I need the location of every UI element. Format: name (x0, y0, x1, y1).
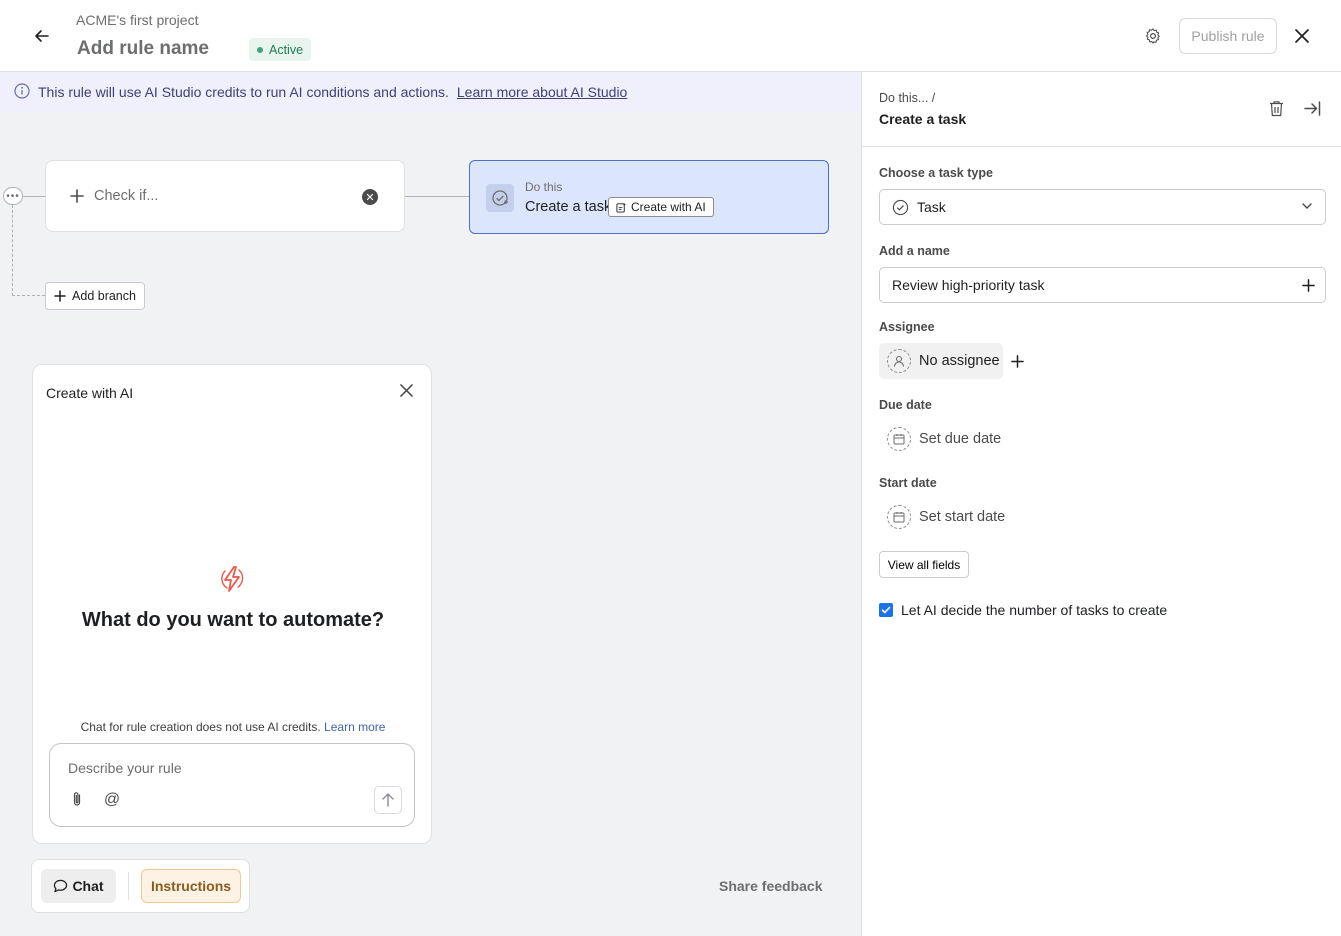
header: ACME's first project Add rule name Activ… (0, 0, 1341, 72)
project-name[interactable]: ACME's first project (76, 12, 198, 28)
plus-icon (70, 189, 84, 203)
due-date-label: Due date (879, 398, 932, 412)
assignee-selector[interactable]: No assignee (879, 343, 1003, 379)
create-with-ai-label: Create with AI (631, 200, 706, 214)
info-banner: This rule will use AI Studio credits to … (0, 72, 861, 112)
due-date-value: Set due date (919, 431, 1002, 447)
checkbox-checked-icon[interactable] (879, 603, 893, 617)
due-date-selector[interactable]: Set due date (887, 426, 1001, 452)
add-assignee-icon[interactable] (1008, 352, 1026, 370)
task-name-value: Review high-priority task (892, 277, 1045, 293)
status-badge: Active (249, 38, 312, 61)
panel-mode-bar: Chat Instructions (31, 859, 250, 913)
assignee-value: No assignee (919, 353, 1000, 369)
do-this-title: Create a task (525, 199, 612, 215)
divider (862, 146, 1341, 147)
connector-line (405, 196, 469, 197)
do-this-kicker: Do this (525, 180, 563, 194)
start-date-value: Set start date (919, 509, 1006, 525)
ai-credits-note-text: Chat for rule creation does not use AI c… (80, 720, 321, 734)
info-banner-text: This rule will use AI Studio credits to … (38, 84, 449, 100)
create-with-ai-panel: Create with AI What do you want to autom… (32, 364, 432, 844)
task-type-value: Task (917, 199, 946, 215)
ai-credits-note: Chat for rule creation does not use AI c… (33, 720, 433, 734)
branch-connector (12, 295, 45, 296)
chat-bubble-icon (54, 879, 68, 893)
close-icon[interactable] (397, 381, 415, 399)
task-type-label: Choose a task type (879, 166, 993, 180)
task-name-input[interactable]: Review high-priority task (879, 267, 1326, 303)
learn-more-ai-studio-link[interactable]: Learn more about AI Studio (457, 84, 627, 100)
chevron-down-icon (1302, 203, 1312, 209)
calendar-icon (887, 427, 911, 451)
instructions-tab[interactable]: Instructions (141, 869, 241, 903)
start-date-label: Start date (879, 476, 937, 490)
chat-tab[interactable]: Chat (41, 869, 116, 903)
add-branch-button[interactable]: Add branch (45, 282, 145, 310)
back-arrow-icon[interactable] (28, 22, 56, 50)
ai-decide-label: Let AI decide the number of tasks to cre… (901, 602, 1168, 618)
plus-icon (54, 290, 66, 302)
rule-canvas: This rule will use AI Studio credits to … (0, 72, 861, 936)
share-feedback-link[interactable]: Share feedback (719, 878, 823, 894)
lightning-bolt-icon (219, 565, 245, 593)
collapse-panel-icon[interactable] (1302, 98, 1322, 118)
close-icon[interactable] (1290, 24, 1314, 48)
create-with-ai-chip[interactable]: Create with AI (608, 197, 714, 217)
publish-rule-button[interactable]: Publish rule (1179, 18, 1277, 54)
info-icon (14, 82, 30, 102)
divider (128, 872, 129, 900)
name-label: Add a name (879, 244, 950, 258)
more-options-icon[interactable]: ••• (3, 187, 23, 205)
do-this-card[interactable]: Do this Create a task Create with AI (469, 160, 829, 234)
view-all-fields-button[interactable]: View all fields (879, 551, 969, 578)
task-check-icon (486, 184, 514, 212)
status-dot-icon (257, 46, 263, 53)
check-if-card[interactable]: Check if... ✕ (45, 160, 405, 232)
status-label: Active (269, 42, 304, 57)
describe-rule-input[interactable]: Describe your rule @ (49, 743, 415, 827)
ai-decide-checkbox-row[interactable]: Let AI decide the number of tasks to cre… (879, 602, 1167, 618)
branch-connector (12, 205, 13, 296)
create-ai-icon (616, 202, 627, 213)
check-circle-icon (892, 199, 909, 215)
user-icon (887, 349, 911, 373)
connector-line (23, 196, 45, 197)
learn-more-link[interactable]: Learn more (324, 720, 385, 734)
send-arrow-icon[interactable] (374, 786, 402, 814)
rule-name-title[interactable]: Add rule name (77, 38, 209, 60)
clear-icon[interactable]: ✕ (362, 189, 378, 205)
chat-tab-label: Chat (72, 878, 104, 894)
calendar-icon (887, 505, 911, 529)
plus-icon[interactable] (1299, 276, 1317, 294)
describe-rule-placeholder: Describe your rule (68, 760, 182, 776)
paperclip-icon[interactable] (68, 790, 86, 808)
trash-icon[interactable] (1266, 98, 1286, 118)
check-if-label: Check if... (94, 188, 159, 204)
add-branch-label: Add branch (72, 289, 136, 303)
mention-icon[interactable]: @ (102, 790, 122, 810)
start-date-selector[interactable]: Set start date (887, 504, 1005, 530)
action-settings-panel: Do this... / Create a task Choose a task… (861, 72, 1341, 936)
ai-prompt-heading: What do you want to automate? (81, 609, 385, 631)
task-type-select[interactable]: Task (879, 189, 1326, 225)
panel-title: Create a task (879, 111, 967, 127)
assignee-label: Assignee (879, 320, 935, 334)
breadcrumb[interactable]: Do this... / (879, 91, 935, 105)
ai-panel-title: Create with AI (46, 385, 134, 401)
gear-icon[interactable] (1141, 24, 1165, 48)
